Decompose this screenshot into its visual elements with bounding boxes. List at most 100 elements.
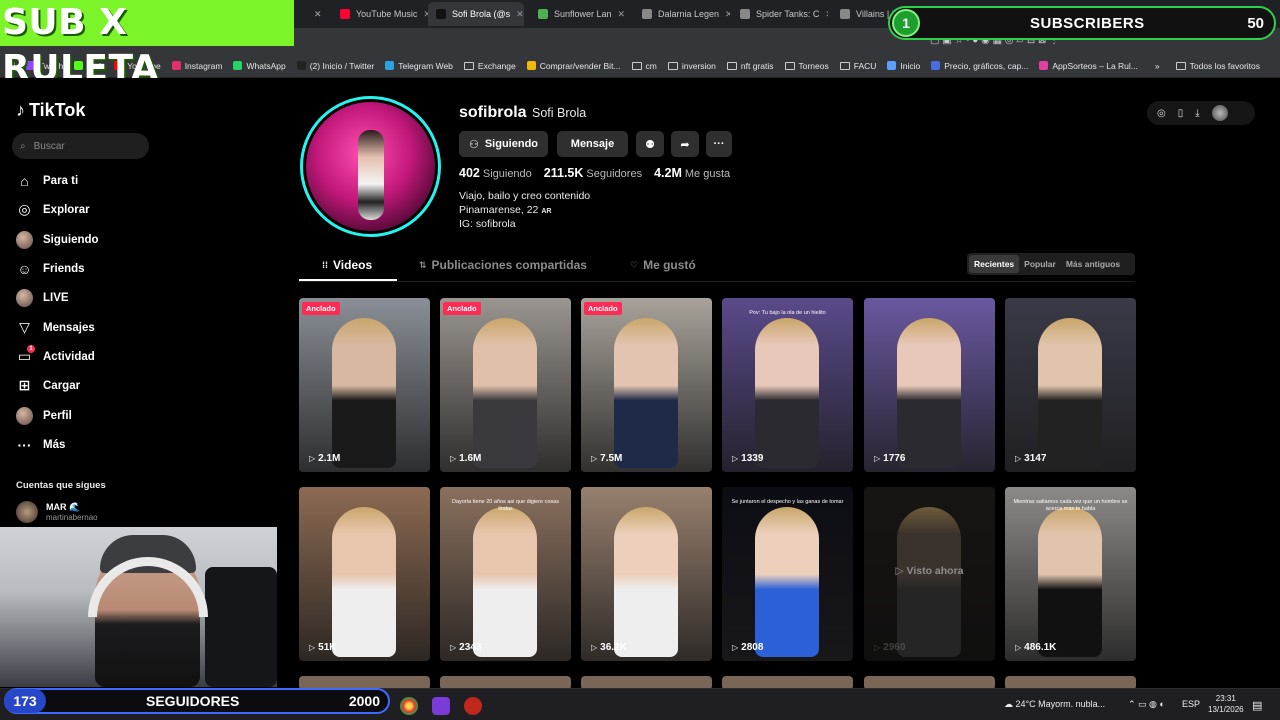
video-card[interactable]: Dayoría tiene 20 años asi que digiere co…: [440, 487, 571, 661]
bookmark-item[interactable]: Telegram Web: [385, 61, 453, 71]
avatar: [16, 230, 33, 249]
all-bookmarks-button[interactable]: Todos los favoritos: [1175, 61, 1260, 71]
bookmark-label: Instagram: [184, 60, 223, 71]
stat-following[interactable]: 402 Siguiendo: [459, 166, 532, 180]
tab-me-gust-[interactable]: ♡ Me gustó: [630, 258, 696, 272]
avatar[interactable]: [1211, 105, 1228, 121]
avatar: [16, 406, 33, 425]
sidebar-item-actividad[interactable]: ▭ 1 Actividad: [16, 345, 95, 365]
video-card[interactable]: Se juntaron el despecho y las ganas de t…: [722, 487, 853, 661]
video-card[interactable]: Mientras salíamos cada vez que un hombre…: [1005, 487, 1136, 661]
bookmark-item[interactable]: Exchange: [463, 61, 516, 71]
view-count: ▷ 2.1M: [309, 453, 340, 464]
obs-taskbar-icon[interactable]: [464, 697, 482, 715]
tab-close-icon[interactable]: ✕: [618, 9, 626, 20]
download-icon[interactable]: ⤓: [1195, 108, 1199, 119]
clock[interactable]: 23:31 13/1/2026: [1208, 693, 1244, 715]
tab-close-icon[interactable]: ✕: [825, 9, 828, 20]
view-count-value: 1.6M: [459, 453, 482, 464]
tab-close-icon[interactable]: ✕: [306, 2, 330, 26]
sidebar-item-mensajes[interactable]: ▽ Mensajes: [16, 319, 95, 336]
video-card[interactable]: ▷ 51K: [299, 487, 430, 661]
search-input[interactable]: ⌕ Buscar: [12, 133, 149, 159]
play-icon: ▷: [309, 454, 316, 463]
browser-tab[interactable]: Spider Tanks: C ✕: [732, 2, 828, 26]
weather-widget[interactable]: ☁ 24°C Mayorm. nubla...: [1004, 699, 1105, 710]
bookmark-item[interactable]: Inicio: [887, 61, 920, 71]
tab-close-icon[interactable]: ✕: [725, 9, 730, 20]
bookmark-favicon-icon: [887, 61, 897, 70]
bookmark-item[interactable]: WhatsApp: [233, 61, 286, 71]
bookmark-item[interactable]: Torneos: [784, 61, 829, 71]
stream-overlay-followers-goal: 173 SEGUIDORES 2000: [4, 688, 390, 714]
followers-goal-count: 2000: [348, 693, 380, 709]
video-card[interactable]: ▷ 36.2K: [581, 487, 712, 661]
browser-tab[interactable]: Dalarnia Legen ✕: [634, 2, 730, 26]
phone-icon[interactable]: ▯: [1178, 108, 1184, 119]
view-count-value: 2960: [883, 642, 906, 653]
tiktok-logo[interactable]: ♪ TikTok: [16, 100, 85, 121]
tray-icons[interactable]: ⌃ ▭ ◍ ◐: [1128, 699, 1165, 710]
bookmark-item[interactable]: nft gratis: [726, 61, 774, 71]
tab-publicaciones-compartidas[interactable]: ⇅ Publicaciones compartidas: [419, 258, 587, 272]
browser-tab[interactable]: Sofi Brola (@s ✕: [428, 2, 524, 26]
video-card[interactable]: Anclado ▷ 1.6M: [440, 298, 571, 472]
sidebar-item-label: Explorar: [43, 203, 90, 216]
bookmark-item[interactable]: inversion: [667, 61, 716, 71]
bookmarks-overflow-button[interactable]: »: [1155, 61, 1160, 71]
video-card[interactable]: Pov: Tu bajo la ola de un hielito ▷ 1339: [722, 298, 853, 472]
sidebar-item-perfil[interactable]: Perfil: [16, 406, 72, 425]
video-card[interactable]: ▷ 1776: [864, 298, 995, 472]
share-button[interactable]: ➦: [671, 131, 699, 157]
app-taskbar-icon[interactable]: [432, 697, 450, 715]
more-options-button[interactable]: ···: [706, 131, 732, 157]
following-button[interactable]: ⚇ Siguiendo: [459, 131, 548, 157]
browser-tab[interactable]: Sunflower Lan ✕: [530, 2, 626, 26]
bookmark-item[interactable]: Comprar/vender Bit...: [526, 61, 621, 71]
view-count-value: 1339: [741, 453, 764, 464]
sidebar-item-label: Friends: [43, 262, 85, 275]
sidebar-item-label: Más: [43, 438, 66, 451]
bookmark-item[interactable]: AppSorteos – La Rul...: [1039, 61, 1138, 71]
video-card[interactable]: ▷ Visto ahora ▷ 2960: [864, 487, 995, 661]
message-button[interactable]: Mensaje: [557, 131, 628, 157]
tab-videos[interactable]: ⁞⁞ Videos: [322, 258, 372, 272]
video-card[interactable]: Anclado ▷ 7.5M: [581, 298, 712, 472]
bookmark-item[interactable]: (2) Inicio / Twitter: [296, 61, 374, 71]
sort-oldest-button[interactable]: Más antiguos: [1061, 255, 1125, 273]
folder-icon: [463, 61, 474, 70]
tab-close-icon[interactable]: ✕: [516, 9, 524, 20]
bookmark-item[interactable]: FACU: [839, 61, 876, 71]
profile-avatar[interactable]: [300, 96, 441, 237]
language-indicator[interactable]: ESP: [1182, 699, 1200, 709]
coins-icon[interactable]: ◎: [1157, 108, 1166, 119]
sidebar-item-cargar[interactable]: ⊞ Cargar: [16, 377, 80, 394]
notifications-icon[interactable]: ▤: [1252, 699, 1262, 712]
profile-display-name: Sofi Brola: [532, 106, 587, 120]
play-icon: ▷: [895, 565, 907, 577]
sidebar-item-friends[interactable]: ☺ Friends: [16, 260, 85, 277]
bookmark-item[interactable]: Instagram: [171, 60, 223, 71]
sidebar-item-para-ti[interactable]: ⌂ Para ti: [16, 172, 78, 189]
video-caption: Dayoría tiene 20 años asi que digiere co…: [451, 499, 559, 513]
sort-popular-button[interactable]: Popular: [1019, 255, 1061, 273]
following-account-item[interactable]: MAR 🌊 martinabernao: [16, 501, 98, 523]
friends-icon: ☺: [17, 260, 32, 277]
chrome-taskbar-icon[interactable]: [400, 697, 418, 715]
suggest-accounts-button[interactable]: ⚉: [636, 131, 664, 157]
video-card[interactable]: Anclado ▷ 2.1M: [299, 298, 430, 472]
sidebar-item-explorar[interactable]: ◎ Explorar: [16, 201, 90, 218]
play-icon: ▷: [309, 643, 316, 652]
browser-tab[interactable]: YouTube Music ✕: [332, 2, 428, 26]
stat-followers[interactable]: 211.5K Seguidores: [544, 166, 642, 180]
followers-current-count: 173: [4, 689, 46, 713]
video-card[interactable]: ▷ 3147: [1005, 298, 1136, 472]
bookmarks-bar: ⊞ TwitchKickYouTubeInstagramWhatsApp(2) …: [0, 54, 1280, 78]
view-count-value: 2808: [741, 642, 764, 653]
bookmark-item[interactable]: cm: [631, 61, 657, 71]
sidebar-item-siguiendo[interactable]: Siguiendo: [16, 230, 99, 249]
sidebar-item-live[interactable]: LIVE: [16, 288, 69, 307]
bookmark-item[interactable]: Precio, gráficos, cap...: [931, 61, 1028, 71]
sort-recent-button[interactable]: Recientes: [969, 255, 1020, 273]
sidebar-item-m-s[interactable]: ··· Más: [16, 436, 66, 453]
